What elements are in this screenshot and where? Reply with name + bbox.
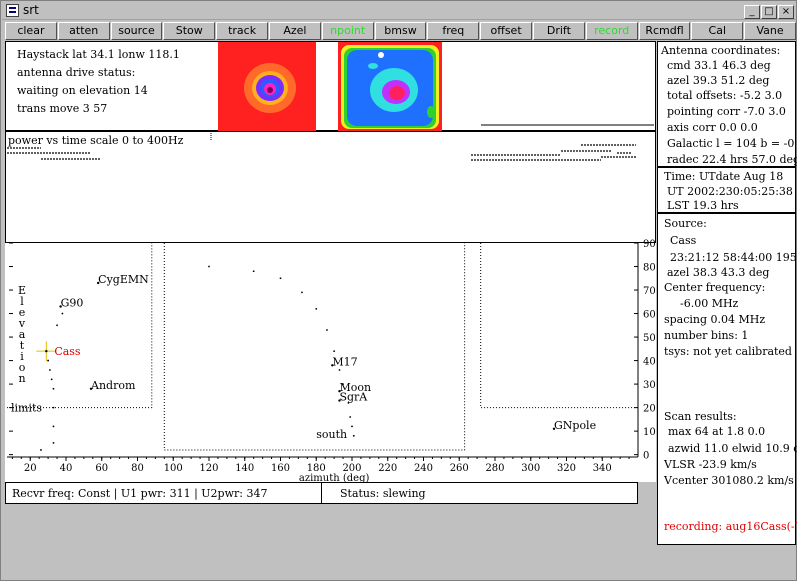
x-tick-label: 220 — [378, 463, 397, 474]
y-tick-label: 40 — [643, 357, 656, 368]
scan-results-heading: Scan results: — [664, 410, 737, 423]
track-dot — [52, 425, 55, 428]
x-tick-label: 40 — [60, 463, 73, 474]
source-panel: Source: Cass 23:21:12 58:44:00 1950 azel… — [657, 213, 797, 545]
x-tick-label: 160 — [271, 463, 290, 474]
y-tick-label: 50 — [643, 333, 656, 344]
status-divider — [321, 483, 322, 503]
track-dot — [47, 359, 50, 362]
track-dot — [315, 307, 318, 310]
y-tick-label: 0 — [643, 451, 649, 462]
track-dot — [326, 329, 328, 331]
x-tick-label: 340 — [593, 463, 612, 474]
y-tick-label: 10 — [643, 427, 656, 438]
x-tick-label: 260 — [450, 463, 469, 474]
srt-window: srt _ □ × clear atten source Stow track Azel n… — [0, 0, 797, 581]
track-dot — [279, 277, 282, 280]
track-dot — [52, 387, 55, 390]
track-dot — [333, 350, 336, 353]
source-label-cygemn: CygEMN — [98, 273, 149, 286]
track-dot — [208, 265, 210, 268]
y-axis-label-char: n — [18, 372, 25, 385]
antenna-cmd: cmd 33.1 46.3 deg — [667, 59, 771, 72]
lst-text: LST 19.3 hrs — [667, 199, 739, 212]
x-tick-label: 120 — [199, 463, 218, 474]
utdate-text: Time: UTdate Aug 18 — [664, 170, 784, 183]
x-tick-label: 100 — [164, 463, 183, 474]
source-label-m17: M17 — [332, 355, 357, 368]
scan-azwid: azwid 11.0 elwid 10.9 deg — [668, 442, 797, 455]
south-label: south — [316, 428, 347, 441]
source-heading: Source: — [664, 217, 707, 230]
track-dot — [40, 449, 42, 451]
scan-vcenter: Vcenter 301080.2 km/s — [664, 474, 794, 487]
x-tick-label: 240 — [414, 463, 433, 474]
source-label-sgra: SgrA — [339, 391, 368, 404]
center-frequency-value: -6.00 MHz — [680, 297, 739, 310]
track-dot — [338, 369, 341, 371]
source-label-androm: Androm — [90, 379, 136, 392]
track-dot — [252, 270, 255, 273]
antenna-azel: azel 39.3 51.2 deg — [667, 74, 770, 87]
track-dot — [56, 324, 58, 327]
time-panel: Time: UTdate Aug 18 UT 2002:230:05:25:38… — [657, 167, 796, 213]
tsys-text: tsys: not yet calibrated — [664, 345, 792, 358]
scan-max: max 64 at 1.8 0.0 — [668, 425, 766, 438]
track-dot — [61, 312, 64, 315]
antenna-heading: Antenna coordinates: — [661, 44, 781, 57]
track-dot — [351, 425, 353, 428]
antenna-pointing-corr: pointing corr -7.0 3.0 — [667, 105, 786, 118]
y-tick-label: 30 — [643, 380, 656, 391]
receiver-status: Recvr freq: Const | U1 pwr: 311 | U2pwr:… — [12, 487, 268, 500]
y-tick-label: 70 — [643, 286, 656, 297]
source-label-gnpole: GNpole — [554, 419, 596, 432]
y-tick-label: 20 — [643, 404, 656, 415]
center-frequency-label: Center frequency: — [664, 281, 766, 294]
track-dot — [352, 434, 355, 437]
track-dot — [349, 416, 352, 418]
recording-status: recording: aug16Cass(-7)(3) — [664, 520, 797, 533]
track-dot — [52, 441, 55, 444]
y-tick-label: 80 — [643, 263, 656, 274]
track-dot — [52, 406, 55, 409]
x-tick-label: 80 — [131, 463, 144, 474]
track-dot — [301, 291, 303, 294]
source-coords: 23:21:12 58:44:00 1950 — [670, 251, 797, 264]
source-label-cass: Cass — [54, 345, 81, 358]
antenna-total-offsets: total offsets: -5.2 3.0 — [667, 89, 783, 102]
y-tick-label: 60 — [643, 310, 656, 321]
slew-status: Status: slewing — [340, 487, 426, 500]
source-label-g90: G90 — [61, 296, 84, 309]
x-tick-label: 280 — [485, 463, 504, 474]
ut-text: UT 2002:230:05:25:38 — [667, 185, 793, 198]
antenna-axis-corr: axis corr 0.0 0.0 — [667, 121, 758, 134]
x-tick-label: 320 — [557, 463, 576, 474]
x-tick-label: 140 — [235, 463, 254, 474]
x-tick-label: 60 — [95, 463, 108, 474]
limits-label: limits — [11, 402, 42, 415]
bottom-status-bar: Recvr freq: Const | U1 pwr: 311 | U2pwr:… — [5, 482, 638, 504]
antenna-galactic: Galactic l = 104 b = -0 — [667, 137, 795, 150]
spacing-text: spacing 0.04 MHz — [664, 313, 766, 326]
antenna-radec: radec 22.4 hrs 57.0 deg — [667, 153, 797, 166]
antenna-coordinates-panel: Antenna coordinates: cmd 33.1 46.3 deg a… — [657, 41, 797, 167]
x-tick-label: 300 — [521, 463, 540, 474]
scan-vlsr: VLSR -23.9 km/s — [664, 458, 757, 471]
x-tick-label: 20 — [24, 463, 37, 474]
source-name: Cass — [670, 234, 697, 247]
track-dot — [49, 369, 51, 371]
track-dot — [50, 378, 53, 381]
source-dot — [45, 349, 48, 353]
y-tick-label: 90 — [643, 239, 656, 250]
source-azel: azel 38.3 43.3 deg — [667, 266, 770, 279]
bins-text: number bins: 1 — [664, 329, 749, 342]
